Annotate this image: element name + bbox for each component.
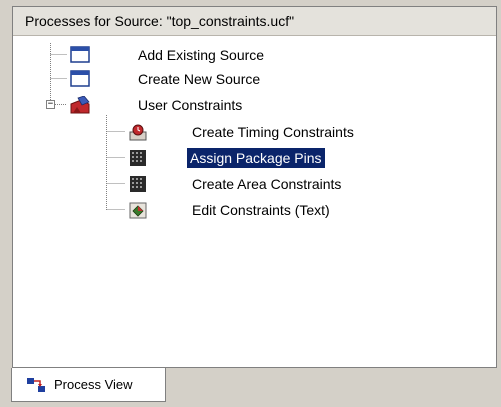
tree-item-label: Create Area Constraints <box>192 176 342 192</box>
tree-item-create-timing-constraints[interactable]: Create Timing Constraints <box>127 121 427 143</box>
tree-item-edit-constraints-text[interactable]: Edit Constraints (Text) <box>127 199 427 221</box>
panel-title: Processes for Source: "top_constraints.u… <box>13 7 496 36</box>
view-tab-bar: Process View <box>0 368 501 407</box>
package-grid-icon <box>130 176 146 192</box>
tab-process-view[interactable]: Process View <box>11 368 166 402</box>
tab-label: Process View <box>54 377 133 392</box>
text-edit-icon <box>129 202 147 219</box>
tree-item-create-area-constraints[interactable]: Create Area Constraints <box>127 173 427 195</box>
tree-item-add-existing-source[interactable]: Add Existing Source <box>69 44 309 66</box>
process-view-icon <box>27 378 45 392</box>
tree-item-label: Create New Source <box>138 71 261 87</box>
process-tree: − Add Existing Source Create New Source <box>13 35 496 367</box>
collapse-toggle[interactable]: − <box>46 100 55 109</box>
tree-item-label: Add Existing Source <box>138 47 265 63</box>
processes-panel: Processes for Source: "top_constraints.u… <box>12 6 497 368</box>
constraints-folder-icon <box>70 96 90 114</box>
window-icon <box>70 70 90 87</box>
window-icon <box>70 46 90 63</box>
tree-item-label: Create Timing Constraints <box>192 124 354 140</box>
package-grid-icon <box>130 150 146 166</box>
tree-item-assign-package-pins[interactable]: Assign Package Pins <box>127 147 427 169</box>
tree-item-create-new-source[interactable]: Create New Source <box>69 68 309 90</box>
tree-item-user-constraints[interactable]: User Constraints <box>69 94 309 116</box>
tree-item-label: Assign Package Pins <box>187 148 325 168</box>
timing-icon <box>129 124 147 141</box>
tree-item-label: Edit Constraints (Text) <box>192 202 330 218</box>
tree-item-label: User Constraints <box>138 97 243 113</box>
